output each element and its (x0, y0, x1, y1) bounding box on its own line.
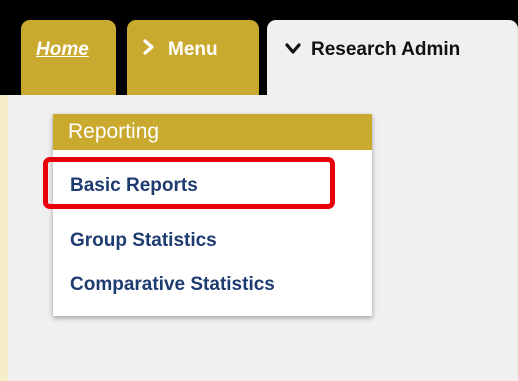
chevron-right-icon (143, 39, 155, 61)
menu-item-comparative-statistics[interactable]: Comparative Statistics (70, 274, 275, 296)
tab-home[interactable]: Home (21, 20, 116, 95)
tab-menu-label: Menu (168, 39, 218, 60)
highlight-annotation-box (43, 157, 335, 209)
reporting-dropdown-menu: Reporting Basic Reports Group Statistics… (53, 114, 372, 316)
menu-item-group-statistics[interactable]: Group Statistics (70, 230, 217, 252)
tab-menu[interactable]: Menu (127, 20, 259, 95)
dropdown-header-reporting: Reporting (53, 114, 372, 150)
tab-research-admin[interactable]: Research Admin (267, 20, 518, 100)
tab-home-label[interactable]: Home (36, 39, 89, 61)
top-navigation-bar: Home Menu Research Admin (0, 0, 518, 100)
chevron-down-icon (285, 39, 301, 61)
left-side-strip (0, 95, 8, 381)
tab-research-admin-label: Research Admin (311, 39, 461, 60)
